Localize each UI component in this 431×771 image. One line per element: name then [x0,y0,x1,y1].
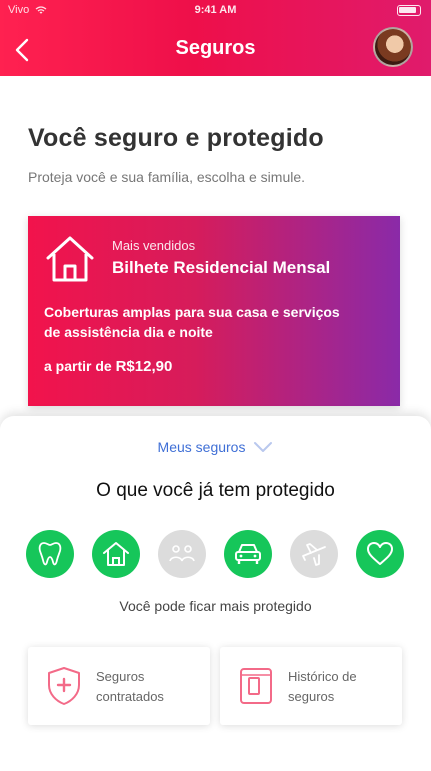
app-header: Vivo 9:41 AM Seguros [0,0,431,76]
intro-heading: Você seguro e protegido [28,124,324,152]
historico-seguros-card[interactable]: Histórico de seguros [220,647,402,725]
house-icon [46,236,94,282]
coverage-travel[interactable] [290,530,338,578]
people-icon [169,545,195,562]
historico-seguros-label: Histórico de seguros [288,669,357,704]
heart-icon [367,542,393,565]
chevron-down-icon [254,442,273,452]
promo-price-value: R$12,90 [115,358,173,375]
airplane-icon [302,543,326,566]
history-icon [240,668,272,704]
battery-icon [397,5,421,16]
promo-description: Coberturas amplas para sua casa e serviç… [44,304,340,340]
promo-price: a partir de R$12,90 [44,358,172,375]
promo-product-name: Bilhete Residencial Mensal [112,258,331,277]
status-time: 9:41 AM [194,4,237,16]
coverage-life[interactable] [356,530,404,578]
promo-card[interactable]: Mais vendidos Bilhete Residencial Mensal… [28,216,400,406]
meus-seguros-label: Meus seguros [157,439,246,455]
coverage-people[interactable] [158,530,206,578]
bottom-sheet: Meus seguros O que você já tem protegido [0,416,431,771]
seguros-contratados-label: Seguros contratados [96,669,164,704]
coverage-icons [26,530,404,578]
avatar[interactable] [373,27,413,67]
car-icon [235,544,261,564]
page-title: Seguros [175,37,256,59]
tooth-icon [38,542,62,566]
promo-price-prefix: a partir de [44,358,112,374]
coverage-auto[interactable] [224,530,272,578]
more-protection-text: Você pode ficar mais protegido [119,598,312,614]
house-icon [103,542,129,566]
meus-seguros-toggle[interactable]: Meus seguros [0,439,431,455]
coverage-dental[interactable] [26,530,74,578]
shield-icon [48,667,80,705]
intro-subheading: Proteja você e sua família, escolha e si… [28,169,306,185]
protected-title: O que você já tem protegido [96,480,335,501]
status-bar: Vivo 9:41 AM [0,0,431,20]
promo-kicker: Mais vendidos [112,238,196,253]
coverage-home[interactable] [92,530,140,578]
intro-section: Você seguro e protegido Proteja você e s… [28,124,403,185]
seguros-contratados-card[interactable]: Seguros contratados [28,647,210,725]
